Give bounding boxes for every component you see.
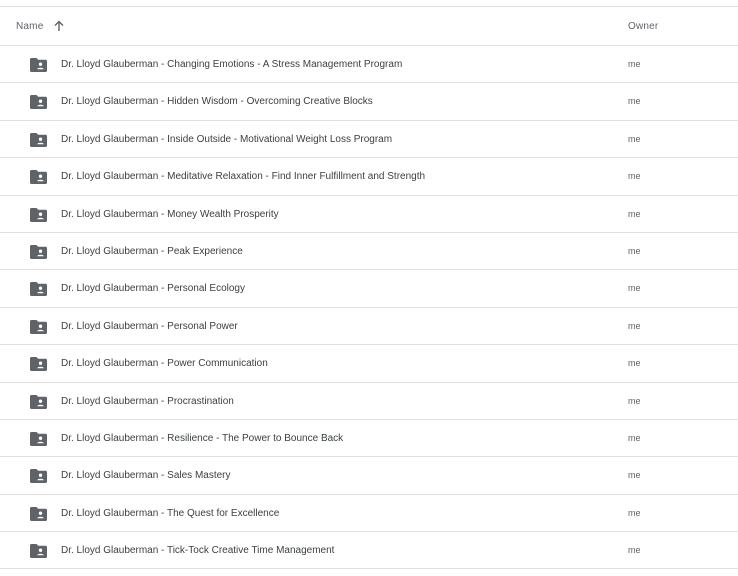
shared-folder-icon [30, 132, 47, 147]
file-row[interactable]: Dr. Lloyd Glauberman - Inside Outside - … [0, 121, 738, 159]
file-row[interactable]: Dr. Lloyd Glauberman - Procrastination me [0, 383, 738, 420]
owner-value: me [628, 96, 641, 107]
shared-folder-icon [30, 431, 47, 446]
shared-folder-icon [30, 319, 47, 334]
file-name: Dr. Lloyd Glauberman - The Quest for Exc… [61, 507, 280, 519]
file-name: Dr. Lloyd Glauberman - Changing Emotions… [61, 59, 403, 70]
shared-folder-icon [30, 58, 47, 72]
file-row[interactable]: Dr. Lloyd Glauberman - Tick-Tock Creativ… [0, 532, 738, 570]
file-row[interactable]: Dr. Lloyd Glauberman - Money Wealth Pros… [0, 196, 738, 233]
shared-folder-icon [30, 244, 47, 259]
file-name: Dr. Lloyd Glauberman - Peak Experience [61, 245, 243, 257]
file-name: Dr. Lloyd Glauberman - Meditative Relaxa… [61, 171, 426, 183]
owner-value: me [628, 358, 641, 369]
owner-column-header[interactable]: Owner [628, 7, 658, 45]
owner-value: me [628, 507, 641, 518]
file-list: Name Owner Dr. Lloyd Glauberman - Changi… [0, 6, 738, 570]
file-name: Dr. Lloyd Glauberman - Tick-Tock Creativ… [61, 545, 335, 557]
file-row[interactable]: Dr. Lloyd Glauberman - Power Communicati… [0, 345, 738, 383]
file-name: Dr. Lloyd Glauberman - Money Wealth Pros… [61, 208, 279, 220]
owner-column-label: Owner [628, 20, 659, 32]
shared-folder-icon [30, 282, 47, 297]
shared-folder-icon [30, 394, 47, 409]
file-row[interactable]: Dr. Lloyd Glauberman - The Quest for Exc… [0, 495, 738, 533]
file-name: Dr. Lloyd Glauberman - Personal Ecology [61, 283, 245, 295]
file-row[interactable]: Dr. Lloyd Glauberman - Peak Experience me [0, 233, 738, 271]
file-row[interactable]: Dr. Lloyd Glauberman - Personal Ecology m… [0, 270, 738, 308]
file-name: Dr. Lloyd Glauberman - Sales Mastery [61, 470, 231, 482]
file-name: Dr. Lloyd Glauberman - Power Communicati… [61, 358, 268, 370]
owner-value: me [628, 208, 641, 219]
file-name: Dr. Lloyd Glauberman - Hidden Wisdom - O… [61, 96, 373, 108]
owner-value: me [628, 245, 641, 256]
shared-folder-icon [30, 170, 47, 185]
owner-value: me [628, 432, 641, 443]
owner-value: me [628, 545, 641, 556]
owner-value: me [628, 133, 641, 144]
file-name: Dr. Lloyd Glauberman - Inside Outside - … [61, 133, 393, 145]
shared-folder-icon [30, 95, 47, 110]
file-name: Dr. Lloyd Glauberman - Resilience - The … [61, 432, 344, 444]
file-name: Dr. Lloyd Glauberman - Personal Power [61, 320, 238, 332]
owner-value: me [628, 59, 641, 69]
shared-folder-icon [30, 544, 47, 559]
owner-value: me [628, 470, 641, 481]
shared-folder-icon [30, 469, 47, 484]
owner-value: me [628, 320, 641, 331]
owner-value: me [628, 171, 641, 182]
file-rows: Dr. Lloyd Glauberman - Changing Emotions… [0, 46, 738, 570]
sort-ascending-icon[interactable] [53, 20, 65, 32]
shared-folder-icon [30, 207, 47, 222]
file-row[interactable]: Dr. Lloyd Glauberman - Meditative Relaxa… [0, 158, 738, 196]
shared-folder-icon [30, 357, 47, 372]
file-name: Dr. Lloyd Glauberman - Procrastination [61, 395, 234, 407]
owner-value: me [628, 283, 641, 294]
owner-value: me [628, 395, 641, 406]
shared-folder-icon [30, 506, 47, 521]
column-header-row: Name Owner [0, 7, 738, 46]
file-row[interactable]: Dr. Lloyd Glauberman - Resilience - The … [0, 420, 738, 458]
file-row[interactable]: Dr. Lloyd Glauberman - Hidden Wisdom - O… [0, 83, 738, 121]
name-column-label: Name [16, 20, 44, 32]
file-row[interactable]: Dr. Lloyd Glauberman - Sales Mastery me [0, 457, 738, 495]
file-row[interactable]: Dr. Lloyd Glauberman - Changing Emotions… [0, 46, 738, 84]
file-row[interactable]: Dr. Lloyd Glauberman - Personal Power me [0, 308, 738, 346]
name-column-header[interactable]: Name [16, 7, 65, 45]
